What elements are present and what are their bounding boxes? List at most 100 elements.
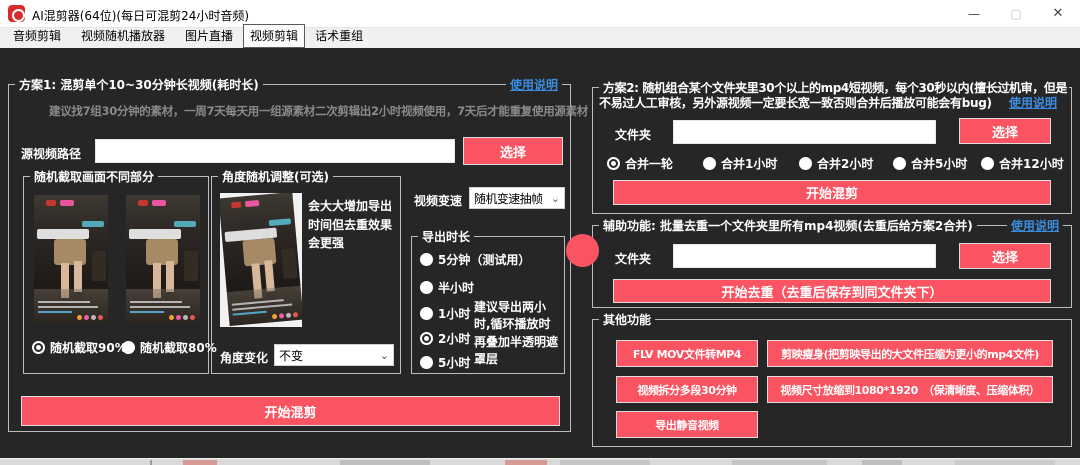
split-video-30min-button[interactable]: 视频拆分多段30分钟: [616, 376, 758, 403]
plan2-folder-label: 文件夹: [615, 126, 651, 143]
tab-script-remix[interactable]: 话术重组: [305, 24, 373, 48]
speed-label: 视频变速: [414, 192, 462, 209]
angle-change-select[interactable]: 不变 ⌄: [274, 344, 394, 366]
tab-image-live[interactable]: 图片直播: [175, 24, 243, 48]
source-path-input[interactable]: [95, 139, 455, 163]
tab-audio-edit[interactable]: 音频剪辑: [3, 24, 71, 48]
minimize-button[interactable]: —: [954, 0, 994, 27]
tilted-video-preview-thumbnail: [220, 193, 302, 327]
export-1hour-label: 1小时: [438, 305, 470, 322]
radio-unselected-icon: [703, 157, 716, 170]
source-select-button[interactable]: 选择: [463, 137, 563, 165]
merge-5hour-radio[interactable]: 合并5小时: [893, 155, 967, 172]
tab-bar: 音频剪辑 视频随机播放器 图片直播 视频剪辑 话术重组: [0, 28, 1080, 48]
export-halfhour-radio[interactable]: 半小时: [420, 279, 474, 296]
crop-90-radio[interactable]: 随机截取90%: [32, 339, 127, 356]
crop-group: 随机截取画面不同部分 随机截取90%: [23, 176, 209, 374]
radio-unselected-icon: [420, 307, 433, 320]
plan2-select-button[interactable]: 选择: [959, 118, 1051, 144]
plan1-start-mix-button[interactable]: 开始混剪: [21, 396, 560, 426]
flv-mov-to-mp4-button[interactable]: FLV MOV文件转MP4: [616, 340, 758, 367]
app-logo-icon: [8, 5, 25, 22]
red-dot-badge: [566, 234, 599, 267]
export-1hour-radio[interactable]: 1小时: [420, 305, 470, 322]
crop-80-radio[interactable]: 随机截取80%: [122, 339, 217, 356]
dedupe-folder-label: 文件夹: [615, 250, 651, 267]
video-preview-thumbnail-1: [34, 195, 108, 323]
export-5min-label: 5分钟（测试用）: [438, 251, 530, 268]
export-2hour-radio[interactable]: 2小时: [420, 330, 470, 347]
plan1-title: 方案1: 混剪单个10~30分钟长视频(耗时长): [15, 76, 263, 93]
chevron-down-icon: ⌄: [380, 349, 389, 362]
plan2-panel: 方案2: 随机组合某个文件夹里30个以上的mp4短视频，每个30秒以内(擅长过机…: [592, 87, 1072, 214]
export-5min-radio[interactable]: 5分钟（测试用）: [420, 251, 530, 268]
resize-1080x1920-button[interactable]: 视频尺寸放缩到1080*1920 （保清晰度、压缩体积）: [767, 376, 1053, 403]
export-note-text: 建议导出两小时,循环播放时再叠加半透明遮罩层: [474, 299, 560, 369]
tab-random-video-player[interactable]: 视频随机播放器: [71, 24, 175, 48]
export-5hour-label: 5小时: [438, 354, 470, 371]
merge-12hour-radio[interactable]: 合并12小时: [981, 155, 1064, 172]
taskbar-item[interactable]: [560, 460, 650, 465]
radio-unselected-icon: [893, 157, 906, 170]
angle-group: 角度随机调整(可选) 会大大增加导出时间但去重效果会更强 角度变化 不变 ⌄: [211, 176, 401, 374]
merge-1hour-label: 合并1小时: [721, 155, 777, 172]
export-duration-title: 导出时长: [418, 228, 474, 245]
plan1-panel: 方案1: 混剪单个10~30分钟长视频(耗时长) 使用说明 建议找7组30分钟的…: [8, 84, 571, 432]
dedupe-title: 辅助功能: 批量去重一个文件夹里所有mp4视频(去重后给方案2合并): [599, 217, 977, 234]
taskbar-item[interactable]: [183, 460, 217, 465]
speed-value: 随机变速抽帧: [474, 190, 542, 207]
dedupe-start-button[interactable]: 开始去重（去重后保存到同文件夹下）: [613, 279, 1051, 303]
speed-select[interactable]: 随机变速抽帧 ⌄: [469, 187, 565, 209]
dedupe-help-link[interactable]: 使用说明: [1007, 217, 1063, 234]
export-muted-video-button[interactable]: 导出静音视频: [616, 411, 758, 438]
export-5hour-radio[interactable]: 5小时: [420, 354, 470, 371]
taskbar-item[interactable]: [955, 460, 1055, 465]
merge-2hour-radio[interactable]: 合并2小时: [799, 155, 873, 172]
tab-video-edit[interactable]: 视频剪辑: [243, 24, 305, 48]
jianying-shrink-button[interactable]: 剪映瘦身(把剪映导出的大文件压缩为更小的mp4文件): [767, 340, 1053, 367]
plan2-help-link[interactable]: 使用说明: [1005, 94, 1061, 111]
radio-selected-icon: [607, 157, 620, 170]
close-button[interactable]: ✕: [1038, 0, 1078, 27]
video-preview-thumbnail-2: [126, 195, 200, 323]
taskbar[interactable]: [0, 458, 1080, 465]
radio-unselected-icon: [420, 281, 433, 294]
radio-unselected-icon: [799, 157, 812, 170]
source-path-label: 源视频路径: [21, 145, 81, 162]
dedupe-folder-input[interactable]: [673, 244, 936, 268]
merge-5hour-label: 合并5小时: [911, 155, 967, 172]
crop-80-label: 随机截取80%: [140, 339, 217, 356]
merge-1hour-radio[interactable]: 合并1小时: [703, 155, 777, 172]
angle-group-title: 角度随机调整(可选): [218, 168, 333, 185]
maximize-button[interactable]: ▢: [996, 0, 1036, 27]
plan2-start-mix-button[interactable]: 开始混剪: [613, 180, 1051, 205]
crop-90-label: 随机截取90%: [50, 339, 127, 356]
taskbar-item[interactable]: [732, 460, 827, 465]
dedupe-select-button[interactable]: 选择: [959, 243, 1051, 269]
angle-change-value: 不变: [279, 347, 303, 364]
others-title: 其他功能: [599, 311, 655, 328]
merge-one-round-radio[interactable]: 合并一轮: [607, 155, 673, 172]
radio-unselected-icon: [122, 341, 135, 354]
plan2-folder-input[interactable]: [673, 120, 936, 144]
plan2-title-line2: 不易过人工审核，另外源视频一定要长宽一致否则合并后播放可能会有bug): [599, 94, 992, 111]
merge-2hour-label: 合并2小时: [817, 155, 873, 172]
main-content: 方案1: 混剪单个10~30分钟长视频(耗时长) 使用说明 建议找7组30分钟的…: [0, 48, 1080, 458]
dedupe-panel: 辅助功能: 批量去重一个文件夹里所有mp4视频(去重后给方案2合并) 使用说明 …: [592, 225, 1072, 308]
radio-selected-icon: [32, 341, 45, 354]
window-title: AI混剪器(64位)(每日可混剪24小时音频): [32, 7, 249, 24]
radio-unselected-icon: [420, 356, 433, 369]
chevron-down-icon: ⌄: [551, 192, 560, 205]
taskbar-item[interactable]: [862, 460, 902, 465]
export-halfhour-label: 半小时: [438, 279, 474, 296]
taskbar-item[interactable]: [150, 460, 152, 465]
crop-group-title: 随机截取画面不同部分: [30, 168, 158, 185]
taskbar-item[interactable]: [340, 460, 430, 465]
radio-selected-icon: [420, 332, 433, 345]
plan1-help-link[interactable]: 使用说明: [506, 76, 562, 93]
merge-12hour-label: 合并12小时: [999, 155, 1064, 172]
taskbar-item[interactable]: [505, 460, 547, 465]
angle-change-label: 角度变化: [220, 349, 268, 366]
radio-unselected-icon: [420, 253, 433, 266]
others-panel: 其他功能 FLV MOV文件转MP4 剪映瘦身(把剪映导出的大文件压缩为更小的m…: [592, 319, 1072, 447]
